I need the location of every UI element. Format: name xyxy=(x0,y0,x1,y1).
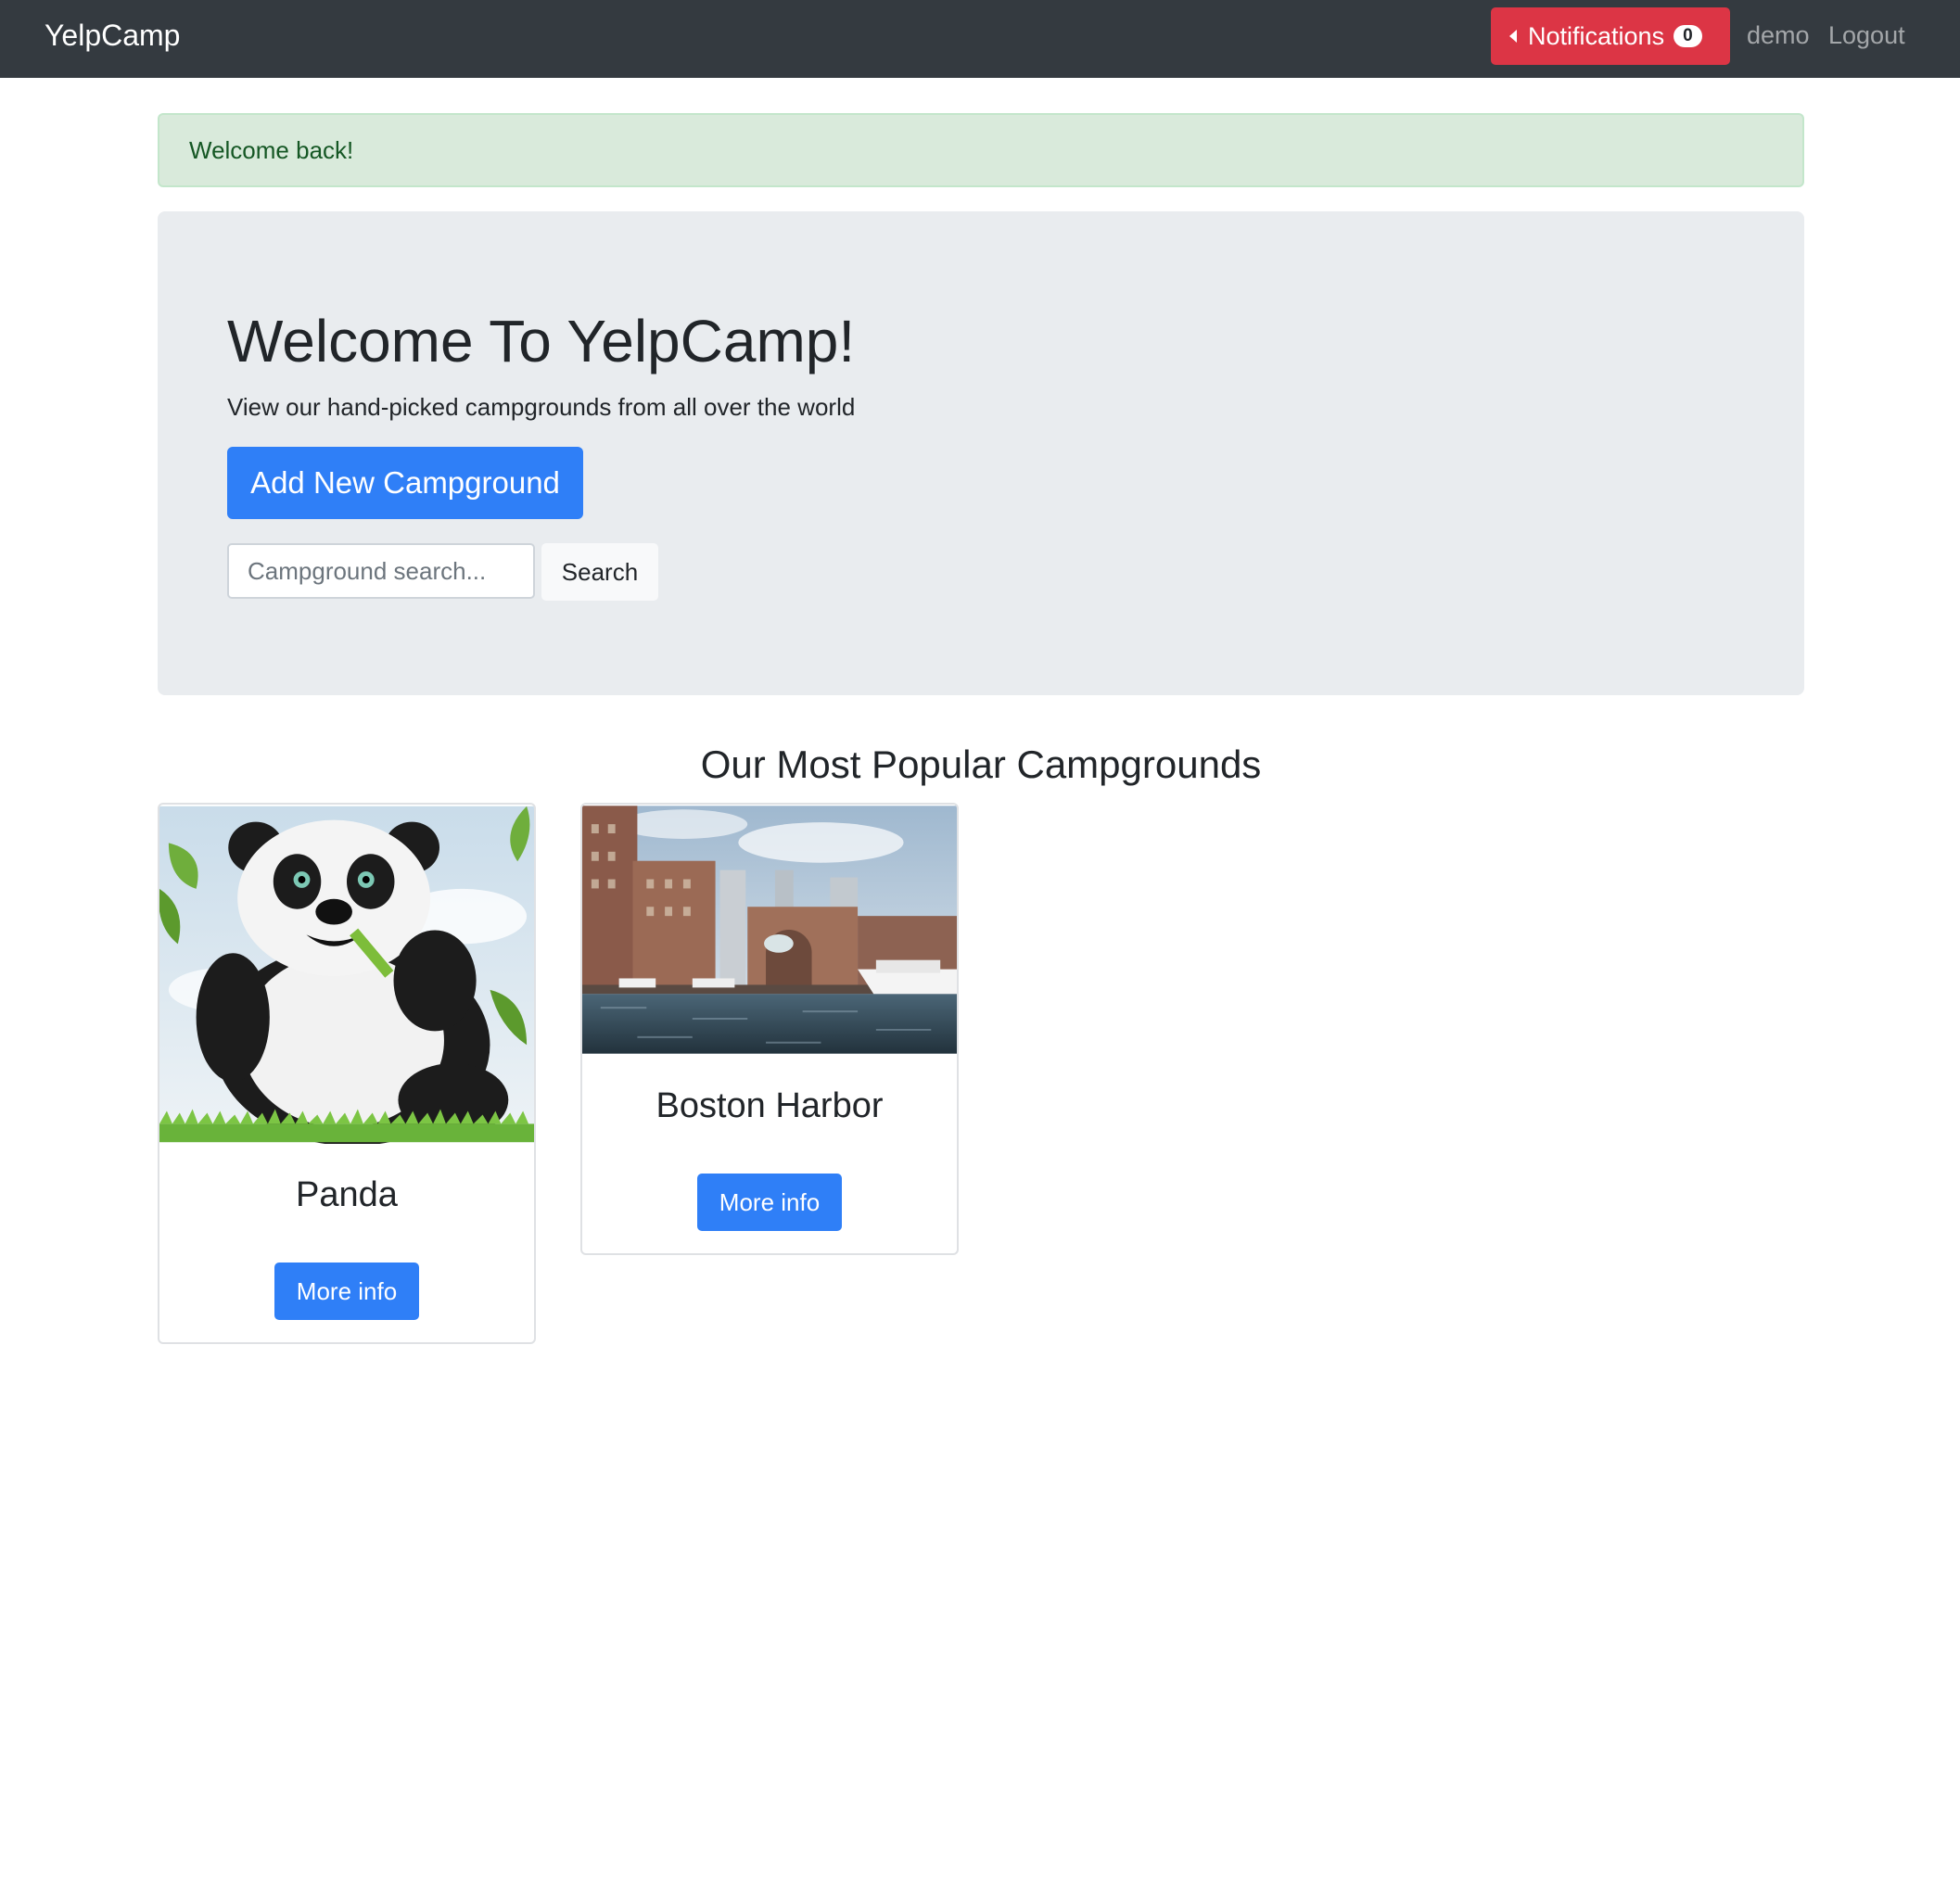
page-subtitle: View our hand-picked campgrounds from al… xyxy=(227,393,856,421)
boston-harbor-image[interactable] xyxy=(582,805,957,1055)
more-info-button[interactable]: More info xyxy=(274,1263,419,1320)
notifications-count-badge: 0 xyxy=(1674,25,1702,47)
alert-message: Welcome back! xyxy=(189,136,354,164)
campground-card: Panda More info xyxy=(158,803,536,1344)
navbar: YelpCamp Notifications 0 demo Logout xyxy=(0,0,1960,78)
flash-alert: Welcome back! xyxy=(158,113,1804,187)
campground-name: Panda xyxy=(296,1175,398,1214)
campground-card: Boston Harbor More info xyxy=(580,803,959,1255)
section-title: Our Most Popular Campgrounds xyxy=(700,742,1262,786)
more-info-button[interactable]: More info xyxy=(697,1174,842,1231)
panda-image[interactable] xyxy=(159,805,534,1144)
caret-left-icon xyxy=(1509,30,1517,43)
search-button[interactable]: Search xyxy=(541,543,658,601)
campground-name: Boston Harbor xyxy=(655,1086,884,1125)
logout-link[interactable]: Logout xyxy=(1828,19,1905,52)
page-title: Welcome To YelpCamp! xyxy=(227,308,856,374)
jumbotron: Welcome To YelpCamp! View our hand-picke… xyxy=(158,211,1804,695)
notifications-button[interactable]: Notifications 0 xyxy=(1491,7,1730,65)
user-link[interactable]: demo xyxy=(1747,19,1810,52)
campground-search-input[interactable] xyxy=(227,543,535,599)
notifications-label: Notifications xyxy=(1528,21,1665,50)
add-campground-button[interactable]: Add New Campground xyxy=(227,447,583,519)
brand-link[interactable]: YelpCamp xyxy=(45,17,180,54)
